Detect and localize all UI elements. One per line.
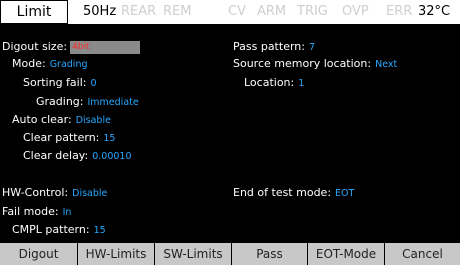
location-label: Location: bbox=[244, 76, 295, 89]
source-memory-location-value[interactable]: Next bbox=[375, 59, 397, 70]
fail-mode-row[interactable]: Fail mode: In bbox=[2, 205, 71, 220]
mode-value[interactable]: Grading bbox=[50, 59, 88, 70]
hw-control-value[interactable]: Disable bbox=[72, 188, 107, 199]
cmpl-pattern-row[interactable]: CMPL pattern: 15 bbox=[12, 223, 106, 238]
fail-mode-value[interactable]: In bbox=[63, 207, 72, 218]
pass-softkey[interactable]: Pass bbox=[231, 243, 307, 265]
clear-delay-row[interactable]: Clear delay: 0.00010 bbox=[23, 149, 132, 164]
digout-size-row[interactable]: Digout size: 4bit bbox=[2, 40, 141, 54]
cv-indicator: CV bbox=[228, 4, 246, 19]
err-indicator: ERR bbox=[386, 4, 413, 19]
temperature-indicator: 32°C bbox=[418, 4, 451, 19]
status-bar: Limit 50Hz REAR REM CV ARM TRIG OVP ERR … bbox=[0, 0, 460, 24]
end-of-test-mode-label: End of test mode: bbox=[233, 186, 332, 199]
pass-pattern-value[interactable]: 7 bbox=[309, 42, 315, 53]
sorting-fail-label: Sorting fail: bbox=[23, 76, 87, 89]
rem-indicator: REM bbox=[163, 4, 192, 19]
auto-clear-label: Auto clear: bbox=[12, 113, 72, 126]
pass-pattern-row[interactable]: Pass pattern: 7 bbox=[233, 40, 315, 55]
sw-limits-softkey[interactable]: SW-Limits bbox=[154, 243, 231, 265]
end-of-test-mode-value[interactable]: EOT bbox=[335, 188, 354, 199]
sorting-fail-row[interactable]: Sorting fail: 0 bbox=[23, 76, 97, 91]
arm-indicator: ARM bbox=[257, 4, 287, 19]
settings-panel: Digout size: 4bit Mode: Grading Sorting fa… bbox=[0, 24, 460, 242]
cancel-softkey[interactable]: Cancel bbox=[384, 243, 460, 265]
sorting-fail-value[interactable]: 0 bbox=[91, 78, 97, 89]
grading-label: Grading: bbox=[36, 95, 84, 108]
source-memory-location-row[interactable]: Source memory location: Next bbox=[233, 57, 397, 72]
clear-pattern-label: Clear pattern: bbox=[23, 131, 100, 144]
auto-clear-row[interactable]: Auto clear: Disable bbox=[12, 113, 111, 128]
source-memory-location-label: Source memory location: bbox=[233, 57, 372, 70]
pass-pattern-label: Pass pattern: bbox=[233, 40, 305, 53]
clear-pattern-value[interactable]: 15 bbox=[103, 133, 115, 144]
cmpl-pattern-label: CMPL pattern: bbox=[12, 223, 90, 236]
eot-mode-softkey[interactable]: EOT-Mode bbox=[307, 243, 384, 265]
trig-indicator: TRIG bbox=[297, 4, 328, 19]
auto-clear-value[interactable]: Disable bbox=[76, 115, 111, 126]
location-row[interactable]: Location: 1 bbox=[244, 76, 304, 91]
hw-limits-softkey[interactable]: HW-Limits bbox=[77, 243, 154, 265]
mode-tab[interactable]: Limit bbox=[0, 0, 68, 24]
mode-row[interactable]: Mode: Grading bbox=[12, 57, 88, 72]
clear-delay-label: Clear delay: bbox=[23, 149, 89, 162]
location-value[interactable]: 1 bbox=[298, 78, 304, 89]
fail-mode-label: Fail mode: bbox=[2, 205, 59, 218]
grading-value[interactable]: Immediate bbox=[88, 97, 139, 108]
digout-size-label: Digout size: bbox=[2, 40, 68, 53]
clear-pattern-row[interactable]: Clear pattern: 15 bbox=[23, 131, 115, 146]
mode-label: Mode: bbox=[12, 57, 46, 70]
hw-control-row[interactable]: HW-Control: Disable bbox=[2, 186, 107, 201]
cmpl-pattern-value[interactable]: 15 bbox=[94, 225, 106, 236]
rear-indicator: REAR bbox=[121, 4, 157, 19]
grading-row[interactable]: Grading: Immediate bbox=[36, 95, 139, 110]
hw-control-label: HW-Control: bbox=[2, 186, 69, 199]
frequency-indicator: 50Hz bbox=[83, 4, 117, 19]
digout-softkey[interactable]: Digout bbox=[0, 243, 77, 265]
digout-size-value[interactable]: 4bit bbox=[70, 40, 141, 54]
ovp-indicator: OVP bbox=[342, 4, 369, 19]
softkey-bar: Digout HW-Limits SW-Limits Pass EOT-Mode… bbox=[0, 243, 460, 265]
clear-delay-value[interactable]: 0.00010 bbox=[92, 151, 131, 162]
end-of-test-mode-row[interactable]: End of test mode: EOT bbox=[233, 186, 354, 201]
